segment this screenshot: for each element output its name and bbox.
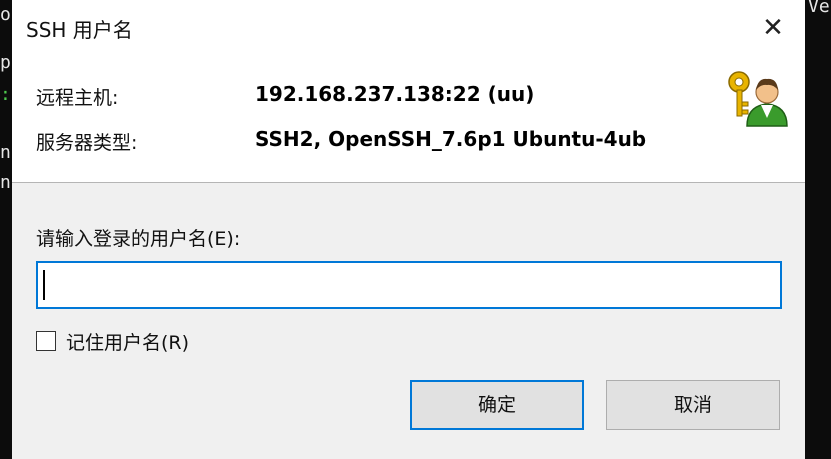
close-icon: ✕ (762, 13, 784, 43)
terminal-char: n (0, 142, 11, 163)
remote-host-label: 远程主机: (36, 87, 119, 109)
title-bar[interactable]: SSH 用户名 ✕ (12, 0, 805, 56)
terminal-char: o (0, 4, 11, 25)
key-user-icon (728, 71, 788, 127)
remote-host-value: 192.168.237.138:22 (uu) (255, 82, 535, 106)
remember-username-checkbox[interactable] (36, 331, 56, 351)
username-prompt-label: 请输入登录的用户名(E): (36, 228, 241, 250)
close-button[interactable]: ✕ (753, 8, 793, 48)
ssh-username-dialog: SSH 用户名 ✕ 远程主机: 192.168.237.138:22 (uu) … (12, 0, 805, 459)
terminal-char: Ve (808, 0, 830, 17)
connection-info-panel: 远程主机: 192.168.237.138:22 (uu) 服务器类型: SSH… (12, 56, 805, 183)
terminal-char: n (0, 172, 11, 193)
server-type-value: SSH2, OpenSSH_7.6p1 Ubuntu-4ub (255, 127, 647, 151)
server-type-label: 服务器类型: (36, 132, 138, 154)
terminal-char: : (0, 84, 11, 105)
remember-username-row[interactable]: 记住用户名(R) (36, 328, 189, 354)
remember-username-label[interactable]: 记住用户名(R) (66, 328, 189, 355)
terminal-right-edge: Ve (806, 0, 831, 459)
cancel-button[interactable]: 取消 (606, 380, 780, 430)
window-title: SSH 用户名 (26, 18, 133, 42)
text-caret (43, 270, 45, 300)
username-input[interactable] (36, 261, 782, 309)
ok-button[interactable]: 确定 (410, 380, 584, 430)
terminal-char: p (0, 52, 11, 73)
terminal-left-edge: o p : n n (0, 0, 12, 459)
